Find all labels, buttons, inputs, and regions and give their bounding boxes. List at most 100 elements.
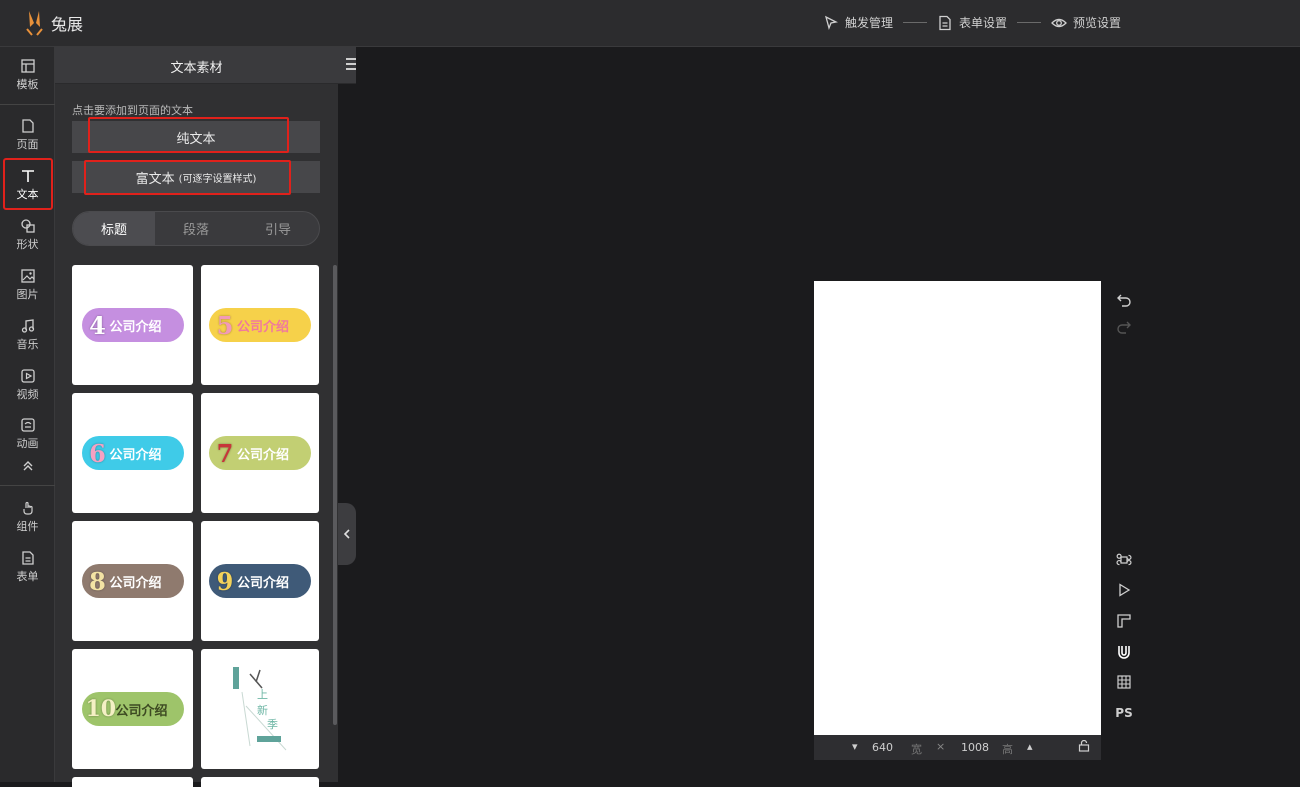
redo-icon [1117, 321, 1131, 334]
nav-item-page[interactable]: 页面 [0, 112, 55, 158]
grid-button[interactable] [1115, 673, 1133, 691]
template-card[interactable]: 6 公司介绍 [72, 393, 193, 513]
caret-up-icon[interactable]: ▴ [1027, 740, 1033, 753]
ruler-button[interactable] [1115, 612, 1133, 630]
panel-scrollbar[interactable] [333, 265, 337, 725]
page-canvas[interactable] [814, 281, 1101, 735]
svg-text:新: 新 [257, 703, 268, 717]
document-icon [939, 15, 951, 30]
nav-item-music[interactable]: 音乐 [0, 312, 55, 358]
badge-number: 8 [89, 566, 106, 596]
badge-number: 4 [89, 310, 106, 340]
grid-icon [1117, 675, 1131, 689]
nav-label: 模板 [16, 77, 39, 91]
nav-item-shape[interactable]: 形状 [0, 212, 55, 258]
template-card[interactable] [201, 777, 319, 787]
magnet-button[interactable] [1115, 643, 1133, 661]
animation-icon [20, 417, 35, 432]
template-card[interactable]: 8 公司介绍 [72, 521, 193, 641]
times-icon: × [936, 740, 946, 753]
step-label: 预览设置 [1073, 16, 1122, 30]
nav-item-form[interactable]: 表单 [0, 544, 55, 590]
lock-icon[interactable] [1078, 739, 1090, 755]
svg-text:上: 上 [257, 688, 268, 701]
badge-text: 公司介绍 [237, 575, 290, 591]
step-connector [1017, 22, 1042, 23]
panel-header: 文本素材 [55, 47, 371, 84]
nav-item-template[interactable]: 模板 [0, 52, 55, 98]
nav-collapse-toggle[interactable] [0, 447, 55, 487]
redo-button[interactable] [1115, 318, 1133, 336]
title-badge: 10 公司介绍 [81, 692, 184, 726]
undo-button[interactable] [1115, 291, 1133, 309]
badge-text: 公司介绍 [237, 447, 290, 463]
spring-poster-thumbnail: 上 新 季 [220, 662, 300, 756]
ruler-icon [1117, 614, 1131, 628]
preview-play-button[interactable] [1115, 581, 1133, 599]
shortcut-button[interactable] [1115, 551, 1133, 569]
badge-text: 公司介绍 [109, 575, 162, 591]
music-icon [21, 318, 34, 333]
step-label: 表单设置 [959, 16, 1008, 30]
template-card[interactable]: 7 公司介绍 [201, 393, 319, 513]
eye-icon [1051, 18, 1067, 27]
badge-number: 5 [216, 310, 234, 340]
template-card[interactable]: 9 公司介绍 [201, 521, 319, 641]
nav-item-video[interactable]: 视频 [0, 362, 55, 408]
width-unit-label: 宽 [911, 743, 922, 756]
tab-title[interactable]: 标题 [73, 212, 155, 245]
template-card[interactable]: 上 新 季 [201, 649, 319, 769]
height-input[interactable]: 1008 [961, 741, 989, 754]
text-material-panel: 文本素材 点击要添加到页面的文本 纯文本 富文本 (可逐字设置样式) 标题 段落… [55, 47, 371, 787]
step-preview-settings[interactable]: 预览设置 [1051, 14, 1121, 31]
nav-item-image[interactable]: 图片 [0, 262, 55, 308]
badge-text: 公司介绍 [109, 319, 162, 335]
nav-label: 形状 [16, 237, 39, 251]
template-card[interactable]: 5 公司介绍 [201, 265, 319, 385]
svg-text:季: 季 [267, 718, 278, 731]
title-badge: 4 公司介绍 [81, 308, 184, 342]
tab-guide[interactable]: 引导 [237, 212, 319, 245]
tab-paragraph[interactable]: 段落 [155, 212, 237, 245]
top-bar: 兔展 触发管理 表单设置 预览设置 [0, 0, 1300, 47]
step-navigation: 触发管理 表单设置 预览设置 [823, 14, 1121, 31]
step-trigger-management[interactable]: 触发管理 [823, 14, 893, 31]
magnet-icon [1118, 646, 1130, 659]
image-icon [20, 268, 35, 283]
badge-number: 7 [216, 438, 234, 468]
nav-label: 组件 [16, 519, 39, 533]
nav-divider [0, 104, 55, 105]
step-form-settings[interactable]: 表单设置 [937, 14, 1007, 31]
nav-label: 页面 [16, 137, 39, 151]
badge-number: 6 [89, 438, 106, 468]
badge-number: 10 [85, 696, 117, 722]
ps-import-button[interactable]: PS [1115, 704, 1133, 722]
rabbit-logo-icon [25, 9, 47, 37]
badge-number: 9 [216, 566, 234, 596]
width-input[interactable]: 640 [872, 741, 893, 754]
app-logo[interactable]: 兔展 [25, 9, 83, 37]
panel-collapse-handle[interactable] [338, 503, 356, 565]
highlight-box-text [3, 158, 53, 210]
nav-item-component[interactable]: 组件 [0, 494, 55, 540]
template-card[interactable] [72, 777, 193, 787]
caret-down-icon[interactable]: ▾ [852, 740, 858, 753]
template-card[interactable]: 4 公司介绍 [72, 265, 193, 385]
title-badge: 5 公司介绍 [209, 308, 311, 342]
undo-icon [1117, 294, 1131, 307]
hand-pointer-icon [22, 501, 33, 515]
template-card[interactable]: 10 公司介绍 [72, 649, 193, 769]
title-badge: 9 公司介绍 [209, 564, 311, 598]
form-icon [21, 550, 34, 565]
panel-hint: 点击要添加到页面的文本 [72, 104, 193, 117]
nav-divider [0, 485, 55, 486]
template-icon [20, 58, 35, 73]
nav-label: 图片 [16, 287, 39, 301]
nav-label: 表单 [16, 569, 39, 583]
page-icon [21, 118, 34, 133]
left-nav: 模板 页面 文本 形状 图片 音乐 视频 动画 组件 表单 [0, 47, 55, 782]
video-icon [20, 368, 35, 383]
command-icon [1116, 553, 1132, 566]
badge-text: 公司介绍 [237, 319, 290, 335]
canvas-size-bar: ▾ 640 宽 × 1008 高 ▴ [814, 735, 1101, 760]
